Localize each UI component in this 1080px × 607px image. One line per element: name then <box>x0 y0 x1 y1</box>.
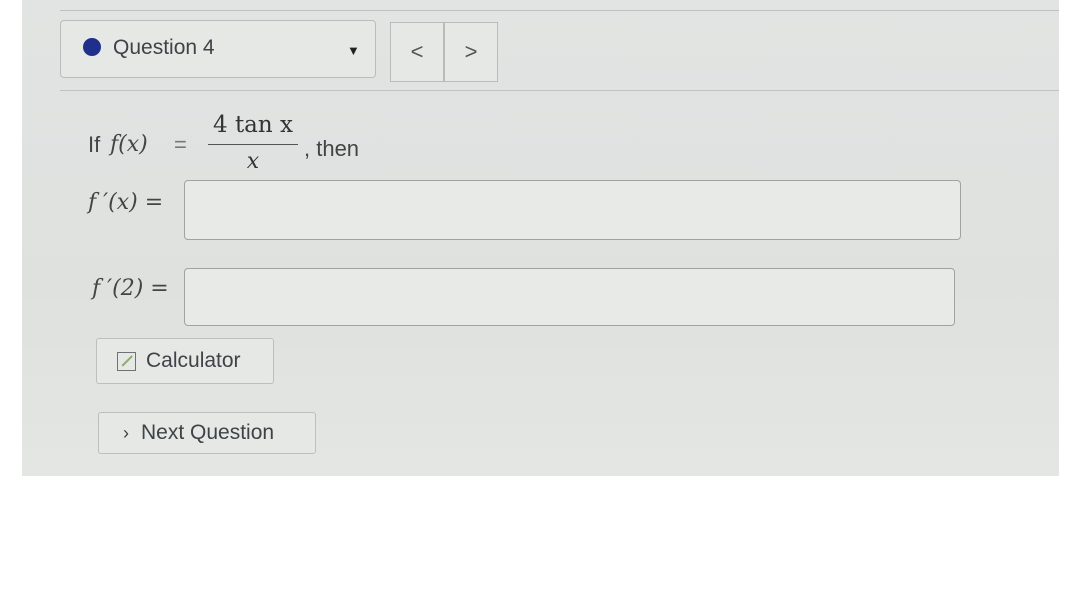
problem-suffix: , then <box>304 136 360 161</box>
calculator-button[interactable]: Calculator <box>96 338 274 384</box>
answer-2-label: f ′(2) = <box>92 276 169 301</box>
next-question-button[interactable]: › Next Question <box>98 412 316 454</box>
calculator-button-label: Calculator <box>146 349 241 372</box>
chevron-right-icon: > <box>464 39 478 64</box>
problem-equals: = <box>174 132 187 157</box>
dropdown-caret-icon: ▼ <box>347 43 360 58</box>
question-selector[interactable]: Question 4 ▼ <box>60 20 376 78</box>
answer-2-input[interactable] <box>184 268 955 326</box>
fraction-bar <box>208 144 298 145</box>
previous-question-button[interactable]: < <box>390 22 444 82</box>
question-panel: Question 4 ▼ < > If f(x) = 4 tan x x , t… <box>22 0 1059 476</box>
problem-prefix: If <box>88 132 101 157</box>
next-question-button-label: Next Question <box>141 421 275 444</box>
chevron-left-icon: < <box>410 39 424 64</box>
question-selector-label: Question 4 <box>113 36 215 59</box>
problem-function: f(x) <box>110 132 148 157</box>
header-divider <box>60 90 1059 91</box>
fraction-denominator: x <box>246 149 260 174</box>
answer-1-label: f ′(x) = <box>88 190 164 215</box>
next-question-nav-button[interactable]: > <box>444 22 498 82</box>
chevron-right-icon: › <box>123 422 129 443</box>
top-divider <box>60 10 1059 11</box>
status-dot-icon <box>83 38 101 56</box>
answer-1-input[interactable] <box>184 180 961 240</box>
calculator-icon <box>117 351 136 371</box>
problem-fraction: 4 tan x x <box>208 112 298 174</box>
fraction-numerator: 4 tan x <box>213 112 293 138</box>
